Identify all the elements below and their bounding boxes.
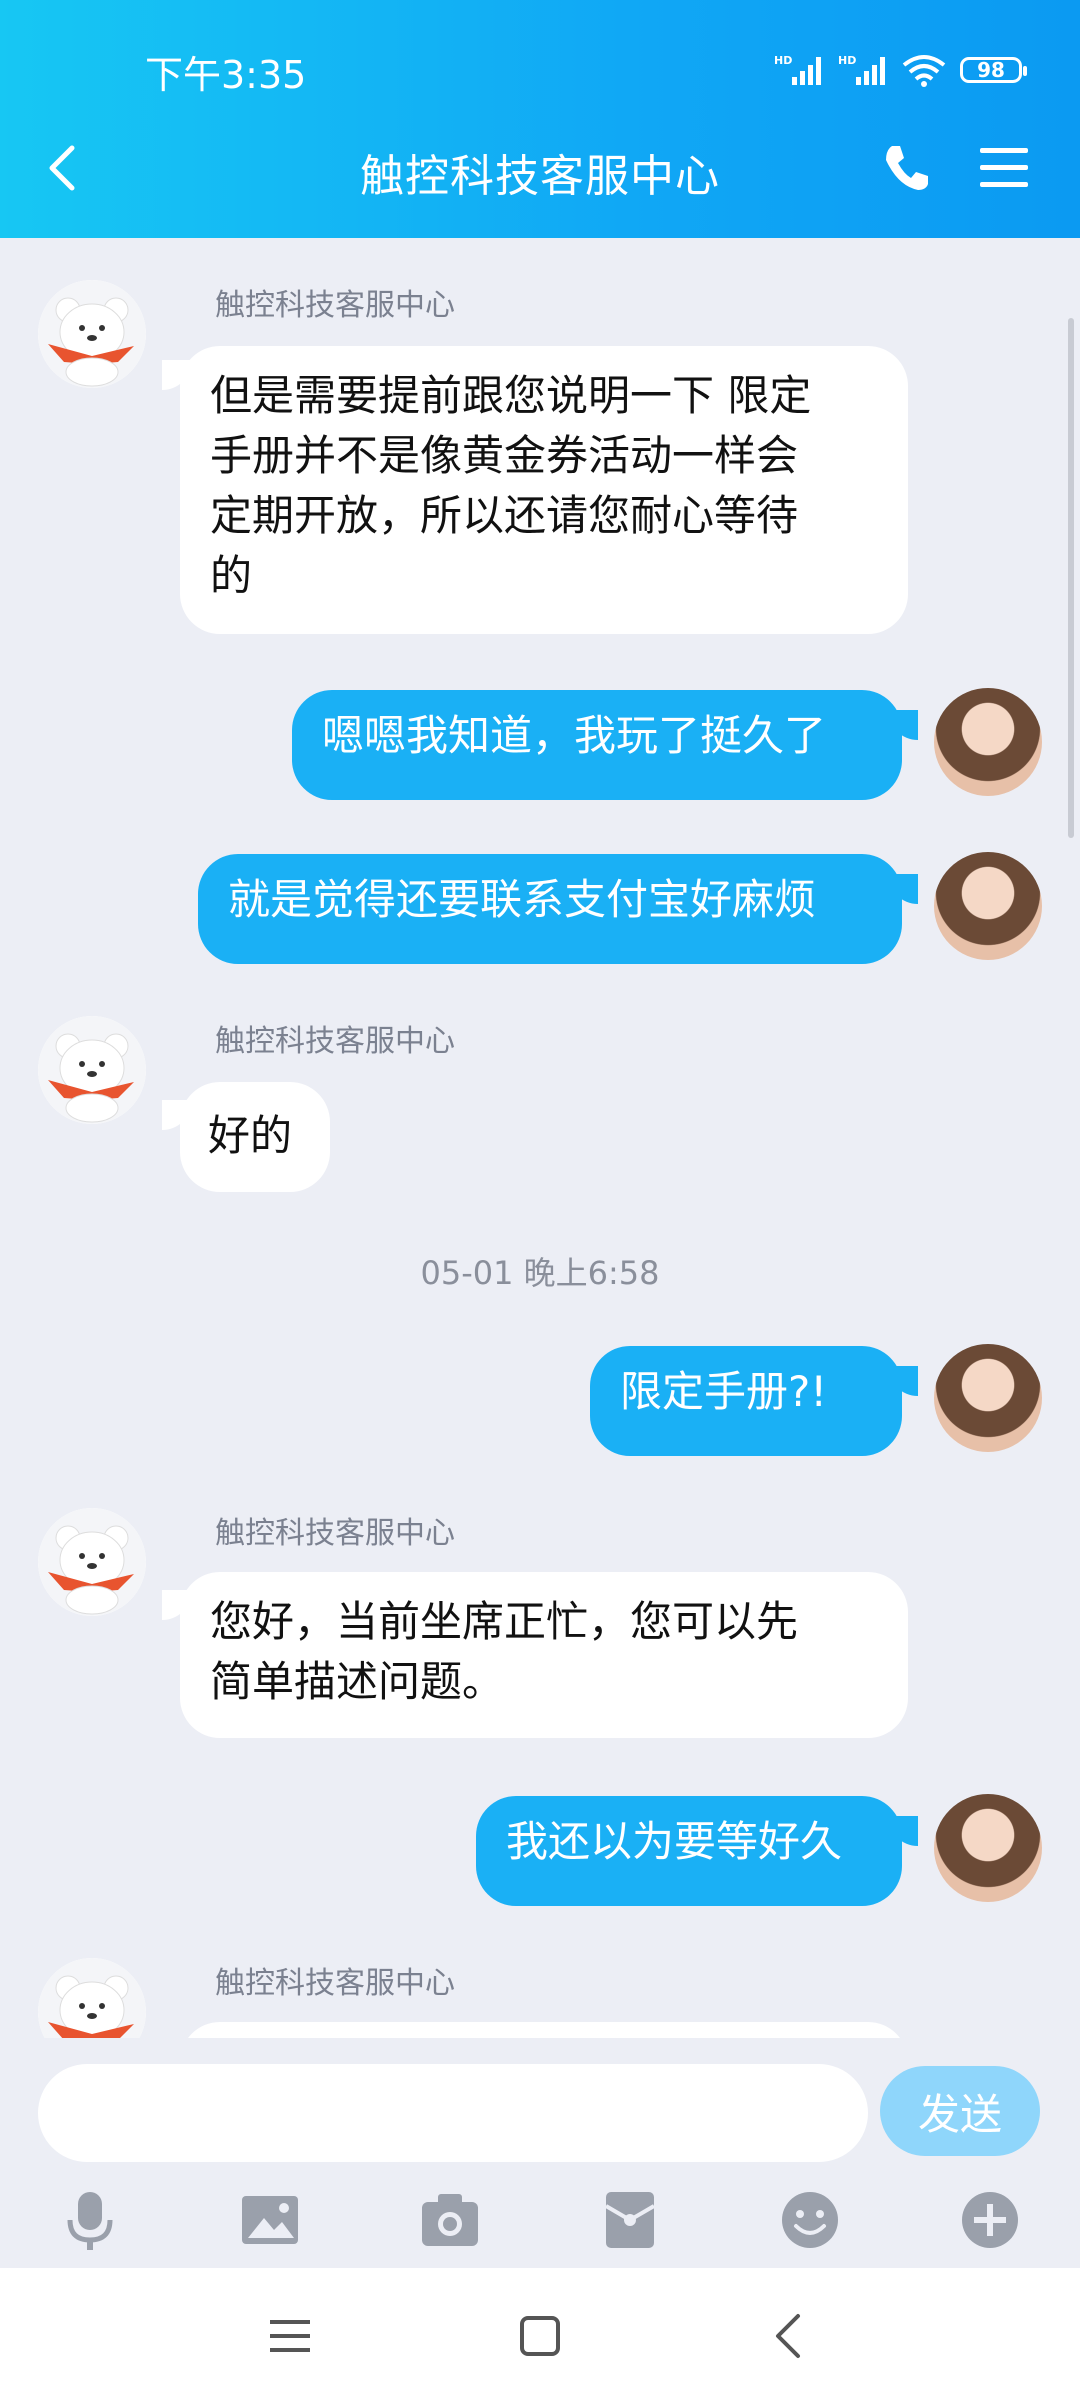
camera-icon[interactable] (418, 2188, 482, 2252)
user-avatar[interactable] (934, 688, 1042, 796)
add-icon[interactable] (958, 2188, 1022, 2252)
chat-area[interactable]: 触控科技客服中心 但是需要提前跟您说明一下 限定 手册并不是像黄金券活动一样会 … (0, 238, 1080, 2038)
battery-indicator: 98 (960, 57, 1027, 83)
user-avatar[interactable] (934, 1344, 1042, 1452)
sender-name: 触控科技客服中心 (215, 1966, 455, 2001)
status-time: 下午3:35 (145, 53, 307, 97)
wifi-icon (902, 55, 946, 87)
sender-name: 触控科技客服中心 (215, 1516, 455, 1551)
message-bubble-incoming[interactable]: 好的 (180, 1082, 330, 1192)
agent-avatar[interactable] (38, 280, 146, 388)
signal-icon-2: HD (838, 54, 885, 85)
message-timestamp: 05-01 晚上6:58 (420, 1254, 660, 1292)
message-bubble-incoming[interactable] (180, 2022, 908, 2038)
svg-text:HD: HD (774, 54, 792, 67)
message-bubble-outgoing[interactable]: 就是觉得还要联系支付宝好麻烦 (198, 854, 902, 964)
message-bubble-outgoing[interactable]: 嗯嗯我知道，我玩了挺久了 (292, 690, 902, 800)
svg-text:HD: HD (838, 54, 856, 67)
scrollbar[interactable] (1068, 318, 1074, 838)
agent-avatar[interactable] (38, 1016, 146, 1124)
image-icon[interactable] (238, 2188, 302, 2252)
back-nav-icon[interactable] (762, 2308, 818, 2364)
bear-icon (38, 1508, 146, 1616)
phone-icon[interactable] (880, 142, 932, 194)
input-row: 发送 (0, 2040, 1080, 2162)
message-bubble-incoming[interactable]: 您好，当前坐席正忙，您可以先 简单描述问题。 (180, 1572, 908, 1738)
message-input[interactable] (38, 2064, 868, 2162)
emoji-icon[interactable] (778, 2188, 842, 2252)
microphone-icon[interactable] (58, 2188, 122, 2252)
input-toolbar (0, 2168, 1080, 2268)
bear-icon (38, 280, 146, 388)
home-icon[interactable] (512, 2308, 568, 2364)
header-bar: 下午3:35 HD HD 98 触控科技客服中心 (0, 0, 1080, 238)
user-avatar[interactable] (934, 852, 1042, 960)
bear-icon (38, 1016, 146, 1124)
red-packet-icon[interactable] (598, 2188, 662, 2252)
system-nav-bar (0, 2268, 1080, 2400)
sender-name: 触控科技客服中心 (215, 288, 455, 323)
message-bubble-outgoing[interactable]: 我还以为要等好久 (476, 1796, 902, 1906)
agent-avatar[interactable] (38, 1508, 146, 1616)
agent-avatar[interactable] (38, 1958, 146, 2038)
send-button[interactable]: 发送 (880, 2066, 1040, 2156)
sender-name: 触控科技客服中心 (215, 1024, 455, 1059)
status-icons: HD HD 98 (774, 50, 1027, 90)
message-bubble-outgoing[interactable]: 限定手册?! (590, 1346, 902, 1456)
bear-icon (38, 1958, 146, 2038)
signal-icon: HD (774, 54, 821, 85)
menu-icon[interactable] (978, 146, 1030, 190)
message-bubble-incoming[interactable]: 但是需要提前跟您说明一下 限定 手册并不是像黄金券活动一样会 定期开放，所以还请… (180, 346, 908, 634)
recent-apps-icon[interactable] (262, 2308, 318, 2364)
user-avatar[interactable] (934, 1794, 1042, 1902)
